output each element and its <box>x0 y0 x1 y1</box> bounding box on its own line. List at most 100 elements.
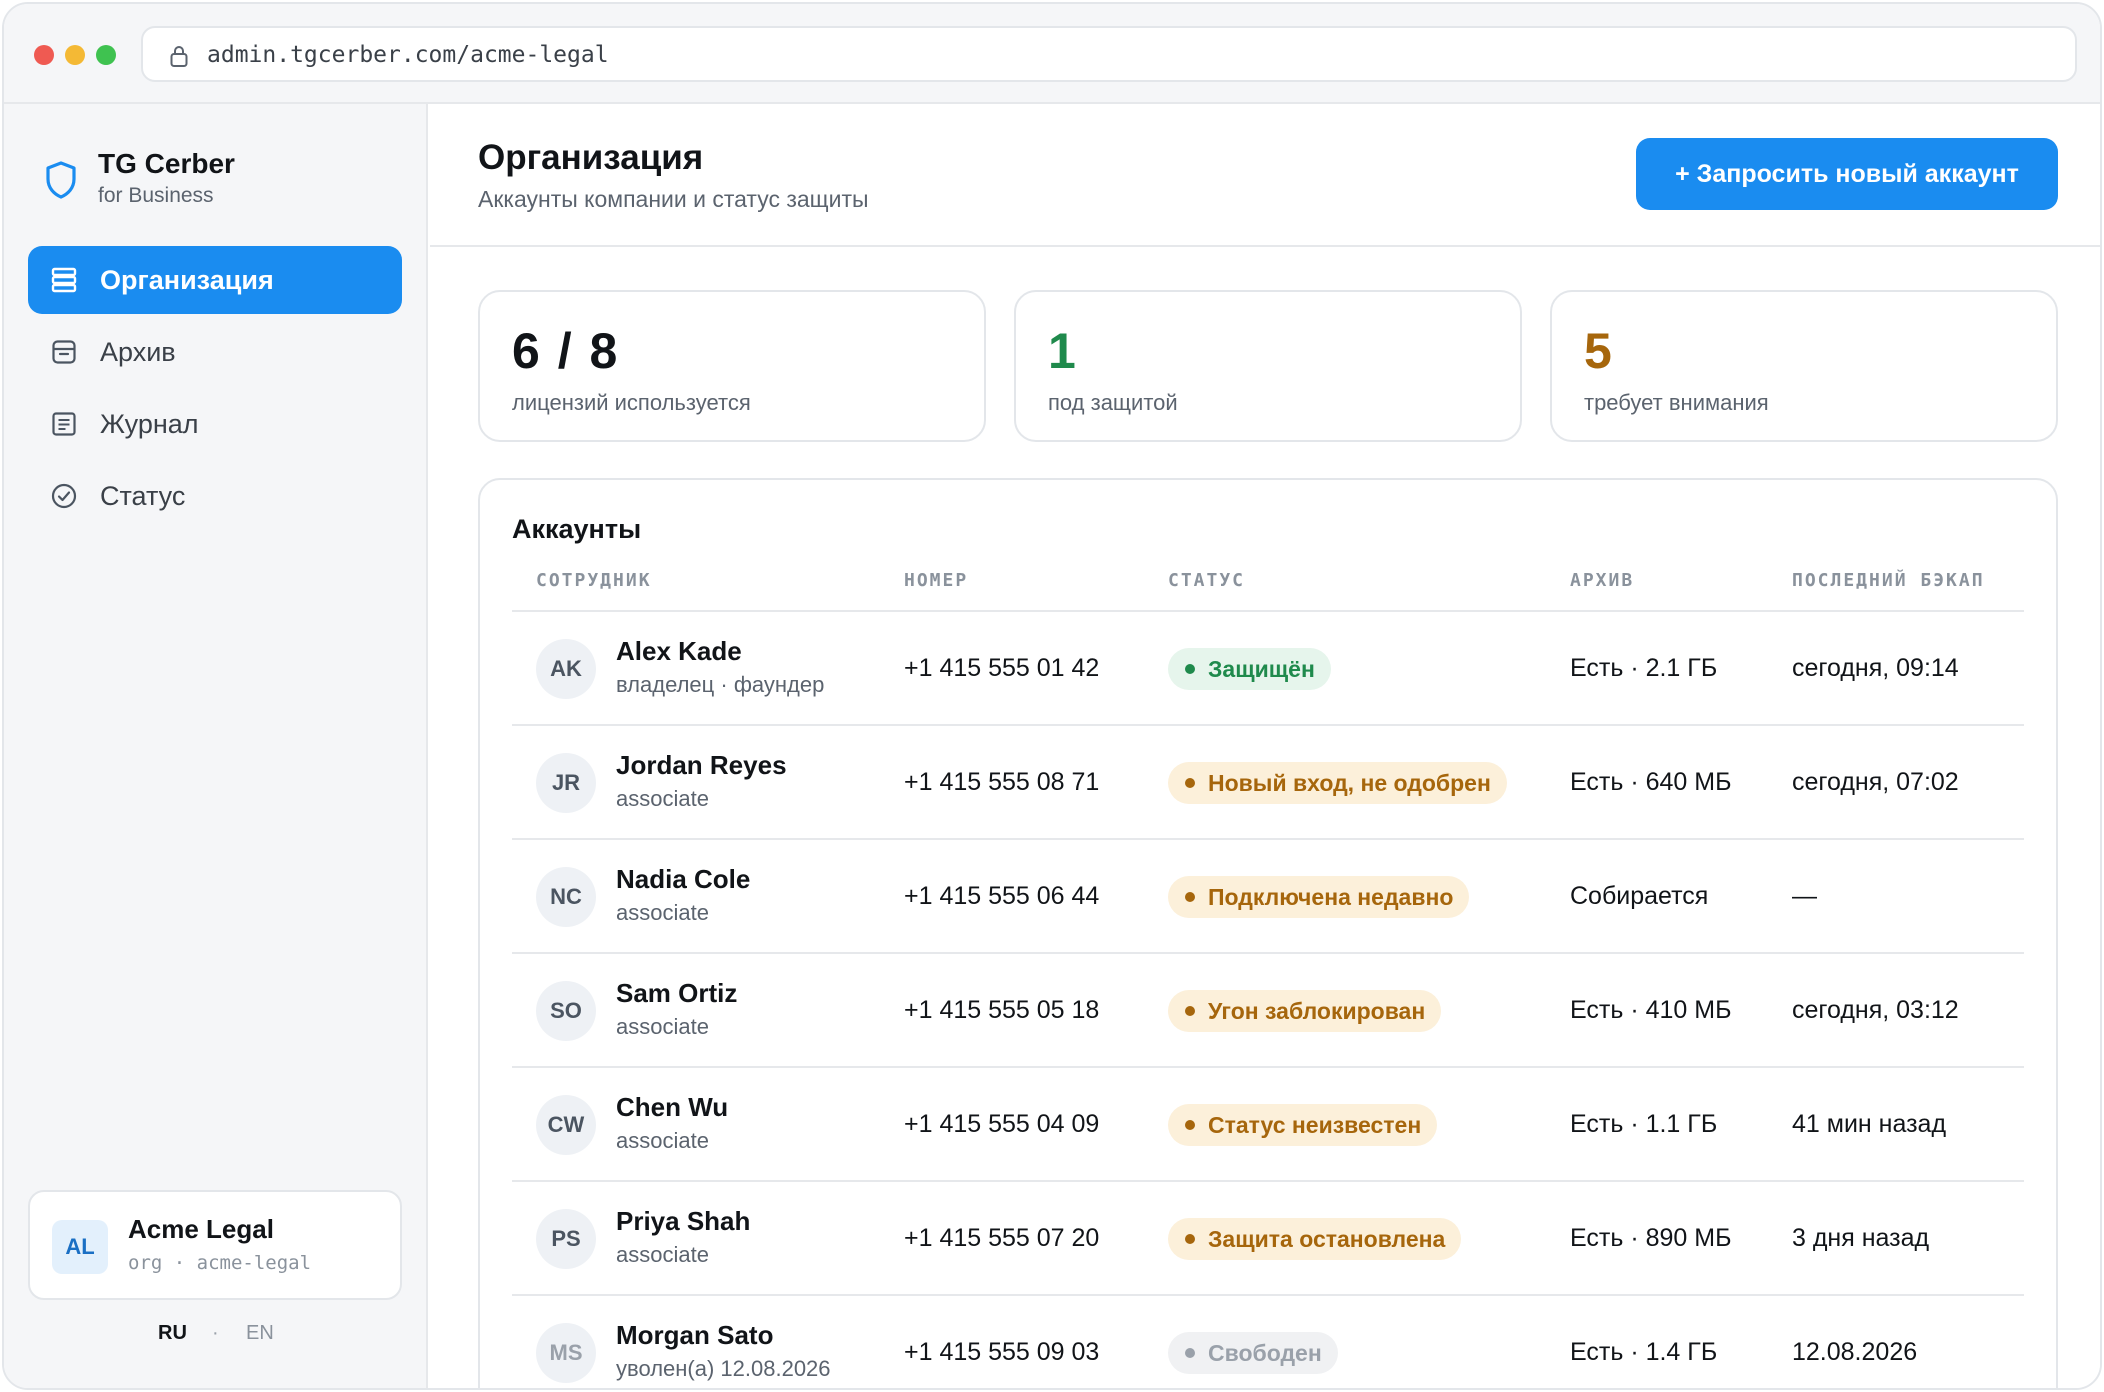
sidebar-item-label: Статус <box>100 481 186 511</box>
main-content: Организация Аккаунты компании и статус з… <box>430 104 2100 1388</box>
phone-number: +1 415 555 08 71 <box>904 768 1100 796</box>
table-row[interactable]: JR Jordan Reyes associate +1 415 555 08 … <box>480 726 2056 840</box>
archive-info: Есть · 2.1 ГБ <box>1570 654 1718 682</box>
employee-role: associate <box>616 900 709 925</box>
sidebar-item-label: Архив <box>100 337 176 367</box>
browser-titlebar: admin.tgcerber.com/acme-legal <box>4 4 2100 104</box>
org-slug: org · acme-legal <box>128 1252 312 1274</box>
column-header-archive: АРХИВ <box>1570 570 1635 591</box>
status-badge: Новый вход, не одобрен <box>1168 762 1507 804</box>
sidebar-item-journal[interactable]: Журнал <box>28 390 402 458</box>
employee-name: Alex Kade <box>616 636 742 666</box>
minimize-window-button[interactable] <box>65 45 85 65</box>
sidebar-item-status[interactable]: Статус <box>28 462 402 530</box>
phone-number: +1 415 555 04 09 <box>904 1110 1100 1138</box>
table-row[interactable]: NC Nadia Cole associate +1 415 555 06 44… <box>480 840 2056 954</box>
status-badge: Статус неизвестен <box>1168 1104 1438 1146</box>
check-circle-icon <box>51 483 77 509</box>
employee-role: associate <box>616 1128 709 1153</box>
stat-label: лицензий используется <box>512 390 751 415</box>
phone-number: +1 415 555 07 20 <box>904 1224 1100 1252</box>
page-title: Организация <box>478 138 704 177</box>
column-header-status: СТАТУС <box>1168 570 1246 591</box>
table-row[interactable]: MS Morgan Sato уволен(а) 12.08.2026 +1 4… <box>480 1296 2056 1388</box>
employee-name: Nadia Cole <box>616 864 751 894</box>
status-badge: Подключена недавно <box>1168 876 1470 918</box>
archive-info: Есть · 1.4 ГБ <box>1570 1338 1718 1366</box>
last-backup: сегодня, 09:14 <box>1792 654 1959 682</box>
stat-value: 6 / 8 <box>512 323 620 379</box>
employee-role: associate <box>616 1014 709 1039</box>
sidebar-item-organization[interactable]: Организация <box>28 246 402 314</box>
status-badge: Защита остановлена <box>1168 1218 1462 1260</box>
address-bar-url: admin.tgcerber.com/acme-legal <box>207 42 609 68</box>
avatar: MS <box>536 1323 596 1383</box>
phone-number: +1 415 555 01 42 <box>904 654 1100 682</box>
maximize-window-button[interactable] <box>96 45 116 65</box>
org-avatar: AL <box>52 1220 108 1274</box>
last-backup: сегодня, 03:12 <box>1792 996 1959 1024</box>
avatar: PS <box>536 1209 596 1269</box>
request-account-button[interactable]: + Запросить новый аккаунт <box>1636 138 2058 210</box>
table-row[interactable]: PS Priya Shah associate +1 415 555 07 20… <box>480 1182 2056 1296</box>
archive-info: Есть · 410 МБ <box>1570 996 1732 1024</box>
lang-ru-button[interactable]: RU <box>158 1322 187 1345</box>
page-subtitle: Аккаунты компании и статус защиты <box>478 186 869 212</box>
archive-info: Есть · 640 МБ <box>1570 768 1732 796</box>
stat-label: под защитой <box>1048 390 1178 415</box>
column-header-employee: СОТРУДНИК <box>536 570 652 591</box>
last-backup: сегодня, 07:02 <box>1792 768 1959 796</box>
org-switcher[interactable]: AL Acme Legal org · acme-legal <box>28 1190 402 1300</box>
brand-name: TG Cerber <box>98 148 235 179</box>
status-badge: Защищён <box>1168 648 1331 690</box>
brand-subtitle: for Business <box>98 184 214 207</box>
accounts-table: Аккаунты СОТРУДНИК НОМЕР СТАТУС АРХИВ ПО… <box>478 478 2058 1388</box>
browser-window: admin.tgcerber.com/acme-legal TG Cerber … <box>2 2 2102 1390</box>
lang-en-button[interactable]: EN <box>246 1322 274 1345</box>
phone-number: +1 415 555 06 44 <box>904 882 1100 910</box>
stat-card-protected: 1 под защитой <box>1014 290 1522 442</box>
stat-label: требует внимания <box>1584 390 1769 415</box>
phone-number: +1 415 555 05 18 <box>904 996 1100 1024</box>
last-backup: — <box>1792 882 1817 910</box>
sidebar-item-label: Организация <box>100 265 274 295</box>
employee-name: Sam Ortiz <box>616 978 738 1008</box>
shield-icon <box>46 161 76 199</box>
employee-name: Jordan Reyes <box>616 750 787 780</box>
archive-info: Есть · 890 МБ <box>1570 1224 1732 1252</box>
phone-number: +1 415 555 09 03 <box>904 1338 1100 1366</box>
org-name: Acme Legal <box>128 1214 274 1244</box>
stat-card-attention: 5 требует внимания <box>1550 290 2058 442</box>
avatar: AK <box>536 639 596 699</box>
status-badge: Угон заблокирован <box>1168 990 1442 1032</box>
archive-info: Собирается <box>1570 882 1709 910</box>
column-header-last-backup: ПОСЛЕДНИЙ БЭКАП <box>1792 570 1985 591</box>
employee-name: Morgan Sato <box>616 1320 774 1350</box>
table-row[interactable]: SO Sam Ortiz associate +1 415 555 05 18 … <box>480 954 2056 1068</box>
last-backup: 41 мин назад <box>1792 1110 1947 1138</box>
lock-icon <box>170 46 188 67</box>
avatar: JR <box>536 753 596 813</box>
lang-separator: · <box>212 1322 219 1344</box>
page-header: Организация Аккаунты компании и статус з… <box>430 104 2100 247</box>
avatar: NC <box>536 867 596 927</box>
stack-icon <box>51 267 77 293</box>
employee-role: владелец · фаундер <box>616 672 825 697</box>
employee-role: associate <box>616 786 709 811</box>
column-header-number: НОМЕР <box>904 570 969 591</box>
table-title: Аккаунты <box>512 514 642 544</box>
table-row[interactable]: CW Chen Wu associate +1 415 555 04 09 Ст… <box>480 1068 2056 1182</box>
stat-value: 1 <box>1048 323 1078 379</box>
journal-icon <box>52 412 76 436</box>
sidebar: TG Cerber for Business Организация Архив <box>4 104 428 1388</box>
stat-card-licenses: 6 / 8 лицензий используется <box>478 290 986 442</box>
stat-value: 5 <box>1584 323 1614 379</box>
close-window-button[interactable] <box>34 45 54 65</box>
address-bar[interactable]: admin.tgcerber.com/acme-legal <box>141 26 2077 82</box>
table-row[interactable]: AK Alex Kade владелец · фаундер +1 415 5… <box>480 612 2056 726</box>
archive-icon <box>52 340 76 364</box>
avatar: SO <box>536 981 596 1041</box>
sidebar-item-archive[interactable]: Архив <box>28 318 402 386</box>
employee-role: associate <box>616 1242 709 1267</box>
employee-role: уволен(а) 12.08.2026 <box>616 1356 831 1381</box>
